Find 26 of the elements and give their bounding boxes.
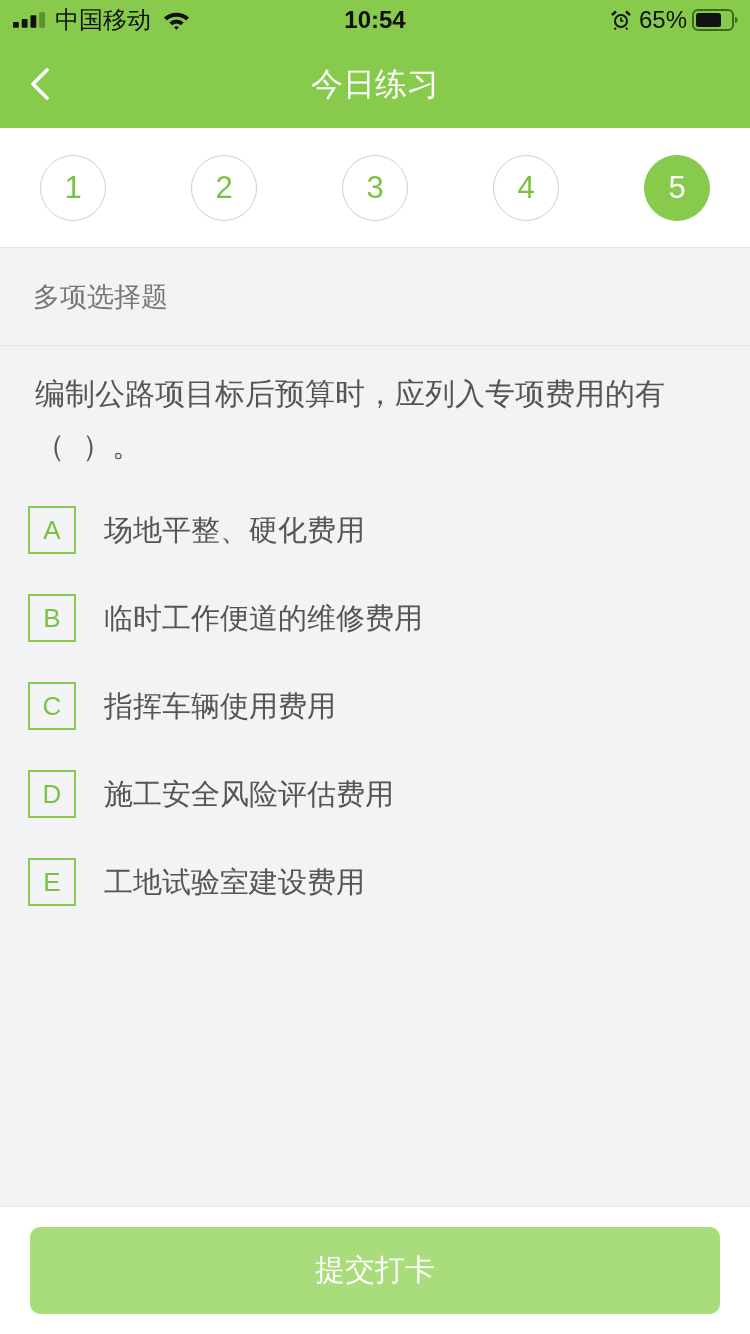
- battery-percent: 65%: [638, 6, 687, 34]
- question-number-tab[interactable]: 5: [644, 154, 710, 221]
- option-text[interactable]: 场地平整、硬化费用: [104, 510, 365, 550]
- back-icon[interactable]: [30, 68, 50, 100]
- option-letter[interactable]: A: [28, 506, 76, 554]
- option-letter[interactable]: D: [28, 770, 76, 818]
- wifi-icon: [163, 10, 190, 30]
- option-letter[interactable]: B: [28, 594, 76, 642]
- signal-icon: [13, 12, 46, 28]
- status-time: 10:54: [343, 6, 407, 34]
- alarm-icon: [610, 10, 631, 30]
- option-text[interactable]: 指挥车辆使用费用: [104, 686, 336, 726]
- option-text[interactable]: 工地试验室建设费用: [104, 862, 365, 902]
- option-text[interactable]: 施工安全风险评估费用: [104, 774, 394, 814]
- battery-icon: [692, 9, 738, 31]
- question-number-tab[interactable]: 2: [191, 154, 257, 221]
- question-text: 编制公路项目标后预算时，应列入专项费用的有（ ）。: [35, 376, 666, 464]
- question-type-label: 多项选择题: [33, 280, 168, 314]
- nav-title: 今日练习: [311, 65, 439, 104]
- option-letter[interactable]: C: [28, 682, 76, 730]
- option-letter[interactable]: E: [28, 858, 76, 906]
- question-number-tab[interactable]: 3: [342, 154, 408, 221]
- question-number-tab[interactable]: 1: [40, 154, 106, 221]
- question-number-tab[interactable]: 4: [493, 154, 559, 221]
- option-text[interactable]: 临时工作便道的维修费用: [104, 598, 423, 638]
- carrier-name: 中国移动: [55, 6, 151, 34]
